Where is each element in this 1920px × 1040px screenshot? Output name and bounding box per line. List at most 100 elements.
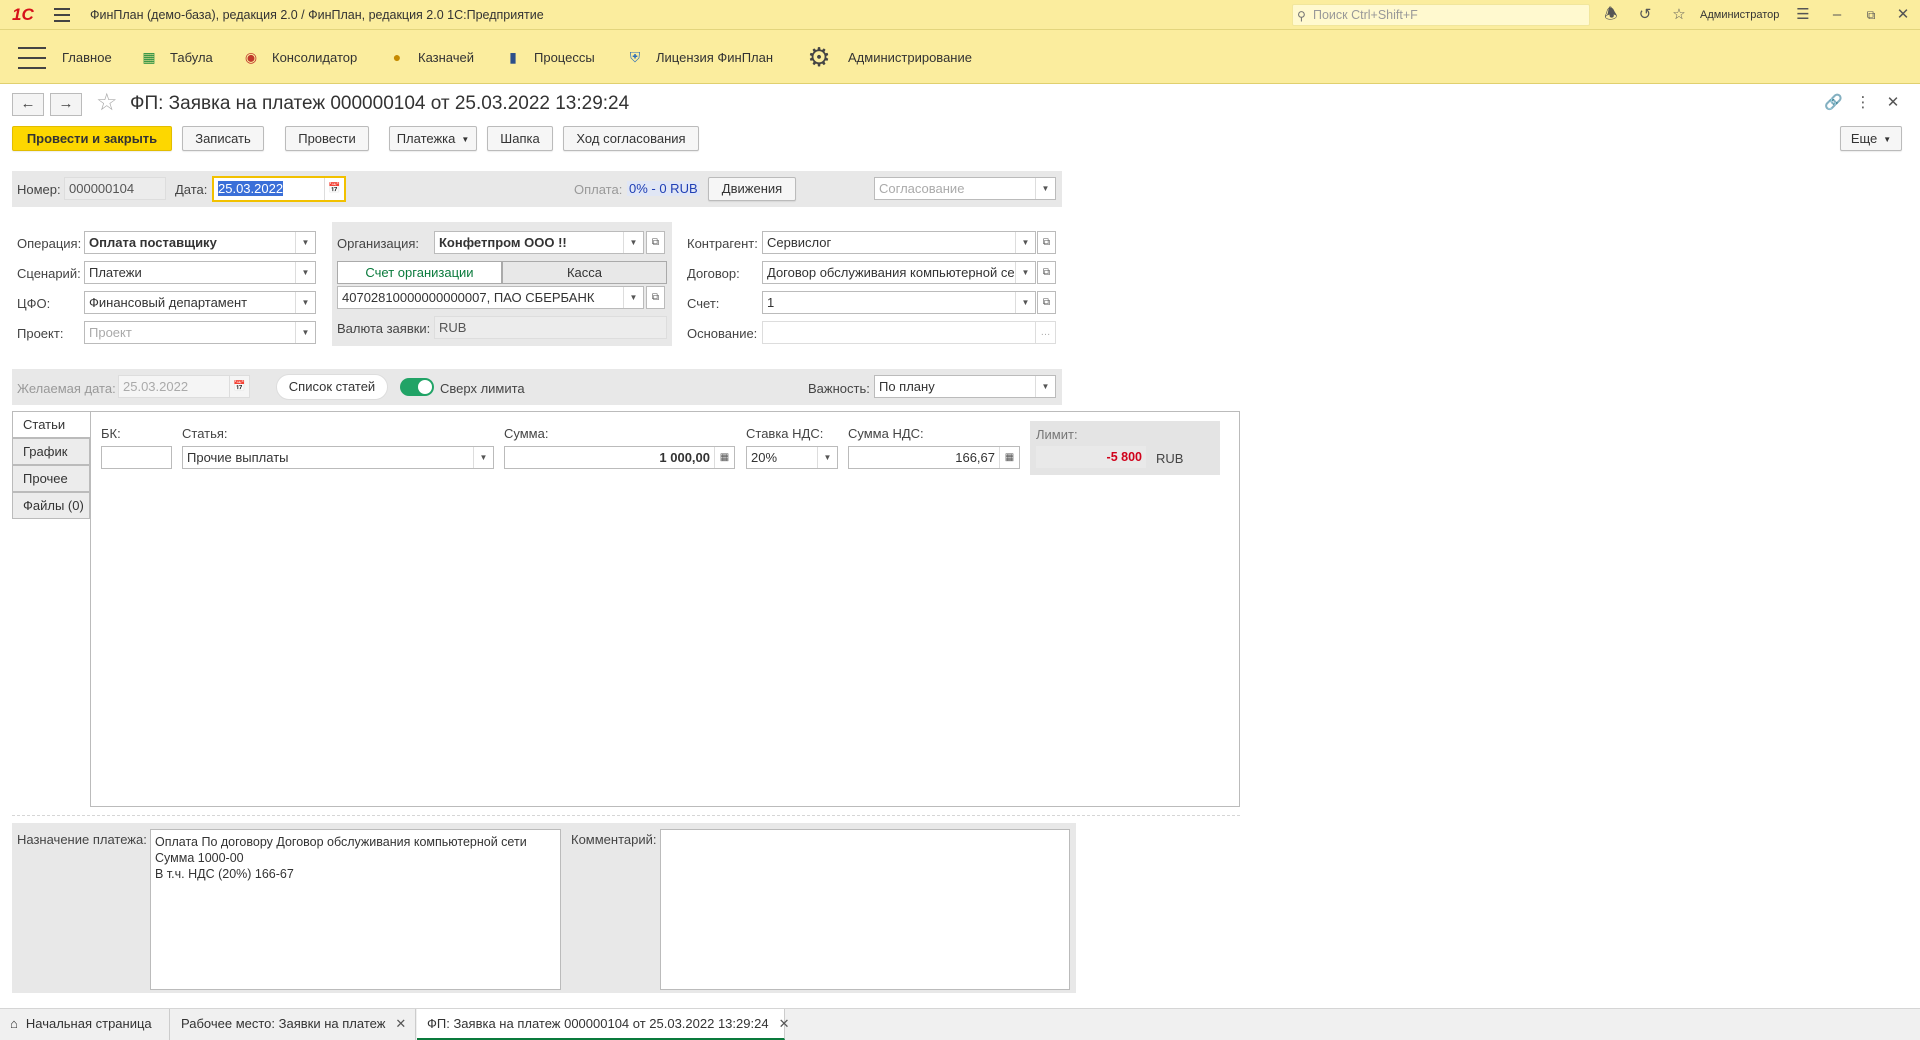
section-license[interactable]: ⛨ Лицензия ФинПлан [626,30,773,84]
payment-status-value[interactable]: 0% - 0 RUB [627,181,700,196]
basis-field[interactable]: … [762,321,1056,344]
organization-field[interactable]: Конфетпром ООО !! ▼ [434,231,644,254]
section-label: Табула [170,49,213,65]
purpose-textarea[interactable]: Оплата По договору Договор обслуживания … [150,829,561,990]
calculator-icon[interactable]: ▦ [714,447,734,468]
section-label: Лицензия ФинПлан [656,49,774,65]
dropdown-arrow-icon[interactable]: ▼ [295,232,315,253]
minimize-window-icon[interactable]: – [1828,6,1846,24]
operation-label: Операция: [17,236,82,251]
dropdown-arrow-icon[interactable]: ▼ [295,322,315,343]
project-field[interactable]: Проект ▼ [84,321,316,344]
link-icon[interactable]: 🔗 [1824,94,1843,112]
open-counterparty-icon[interactable]: ⧉ [1037,231,1056,254]
approval-field[interactable]: Согласование ▼ [874,177,1056,200]
movements-button[interactable]: Движения [708,177,796,201]
open-tab-payment-request[interactable]: ФП: Заявка на платеж 000000104 от 25.03.… [417,1009,789,1040]
close-tab-icon[interactable]: ✕ [779,1016,790,1031]
project-placeholder: Проект [89,325,132,340]
tab-cash[interactable]: Касса [502,261,667,284]
counterparty-field[interactable]: Сервислог ▼ [762,231,1036,254]
dropdown-arrow-icon[interactable]: ▼ [1015,232,1035,253]
scenario-field[interactable]: Платежи ▼ [84,261,316,284]
more-actions-icon[interactable]: ⋮ [1854,94,1872,112]
header-print-button[interactable]: Шапка [487,126,553,151]
post-and-close-button[interactable]: Провести и закрыть [12,126,172,151]
more-button[interactable]: Еще ▼ [1840,126,1902,151]
items-list-button[interactable]: Список статей [276,374,388,400]
current-user[interactable]: Администратор [1700,9,1779,21]
dropdown-arrow-icon[interactable]: ▼ [1015,292,1035,313]
open-invoice-icon[interactable]: ⧉ [1037,291,1056,314]
operation-field[interactable]: Оплата поставщику ▼ [84,231,316,254]
dropdown-arrow-icon[interactable]: ▼ [623,232,643,253]
favorite-star-icon[interactable]: ☆ [96,91,118,115]
invoice-field[interactable]: 1 ▼ [762,291,1036,314]
dropdown-arrow-icon[interactable]: ▼ [1035,178,1055,199]
main-menu-icon[interactable] [54,8,70,22]
currency-field[interactable]: RUB [434,316,667,339]
license-shield-icon: ⛨ [629,49,641,65]
payment-order-button[interactable]: Платежка ▼ [389,126,477,151]
bank-account-field[interactable]: 40702810000000000007, ПАО СБЕРБАНК ▼ [337,286,644,309]
tab-organization-account[interactable]: Счет организации [337,261,502,284]
date-field[interactable]: 25.03.2022 📅 [212,176,346,202]
select-ellipsis-icon[interactable]: … [1035,322,1055,343]
vat-sum-field[interactable]: 166,67 ▦ [848,446,1020,469]
bk-label: БК: [101,426,121,441]
open-organization-icon[interactable]: ⧉ [646,231,665,254]
dropdown-arrow-icon[interactable]: ▼ [817,447,837,468]
importance-field[interactable]: По плану ▼ [874,375,1056,398]
calendar-icon[interactable]: 📅 [324,178,344,200]
close-window-icon[interactable]: ✕ [1894,6,1912,24]
number-field[interactable]: 000000104 [64,177,166,200]
tab-items[interactable]: Статьи [12,411,90,438]
over-limit-toggle[interactable] [400,378,434,396]
approval-progress-button[interactable]: Ход согласования [563,126,699,151]
dropdown-arrow-icon[interactable]: ▼ [473,447,493,468]
section-tabula[interactable]: ▦ Табула [140,30,213,84]
bk-field[interactable] [101,446,172,469]
section-consolidator[interactable]: ◉ Консолидатор [242,30,357,84]
item-field[interactable]: Прочие выплаты ▼ [182,446,494,469]
history-icon[interactable]: ↺ [1636,6,1654,24]
post-button[interactable]: Провести [285,126,369,151]
open-tab-home[interactable]: ⌂ Начальная страница [0,1009,170,1040]
dropdown-arrow-icon[interactable]: ▼ [295,292,315,313]
open-bank-account-icon[interactable]: ⧉ [646,286,665,309]
notifications-bell-icon[interactable]: 🕭 [1602,6,1620,24]
open-tab-workplace[interactable]: Рабочее место: Заявки на платеж ✕ [171,1009,416,1040]
favorites-star-icon[interactable]: ☆ [1670,6,1688,24]
save-button[interactable]: Записать [182,126,264,151]
close-form-icon[interactable]: ✕ [1884,94,1902,112]
forward-button[interactable]: → [50,93,82,116]
contract-field[interactable]: Договор обслуживания компьютерной се ▼ [762,261,1036,284]
section-administration[interactable]: ⚙ Администрирование [804,30,972,84]
tab-other[interactable]: Прочее [12,465,90,492]
desired-date-field[interactable]: 25.03.2022 📅 [118,375,250,398]
tab-files[interactable]: Файлы (0) [12,492,90,519]
restore-window-icon[interactable]: ⧉ [1862,6,1880,24]
calendar-icon[interactable]: 📅 [229,376,249,397]
open-contract-icon[interactable]: ⧉ [1037,261,1056,284]
vat-rate-field[interactable]: 20% ▼ [746,446,838,469]
section-label: Администрирование [848,49,972,65]
tab-schedule[interactable]: График [12,438,90,465]
dropdown-arrow-icon[interactable]: ▼ [1015,262,1035,283]
close-tab-icon[interactable]: ✕ [395,1016,406,1031]
settings-menu-icon[interactable]: ☰ [1794,6,1812,24]
cfo-value: Финансовый департамент [89,295,248,310]
section-treasurer[interactable]: ● Казначей [388,30,474,84]
dropdown-arrow-icon[interactable]: ▼ [1035,376,1055,397]
calculator-icon[interactable]: ▦ [999,447,1019,468]
global-search-input[interactable]: ⚲ Поиск Ctrl+Shift+F [1292,4,1590,26]
comment-textarea[interactable] [660,829,1070,990]
section-processes[interactable]: ▮ Процессы [504,30,595,84]
back-button[interactable]: ← [12,93,44,116]
cfo-field[interactable]: Финансовый департамент ▼ [84,291,316,314]
dropdown-arrow-icon[interactable]: ▼ [623,287,643,308]
sum-field[interactable]: 1 000,00 ▦ [504,446,735,469]
section-main[interactable]: Главное [62,30,112,84]
dropdown-arrow-icon[interactable]: ▼ [295,262,315,283]
sections-menu-icon[interactable] [18,47,46,69]
